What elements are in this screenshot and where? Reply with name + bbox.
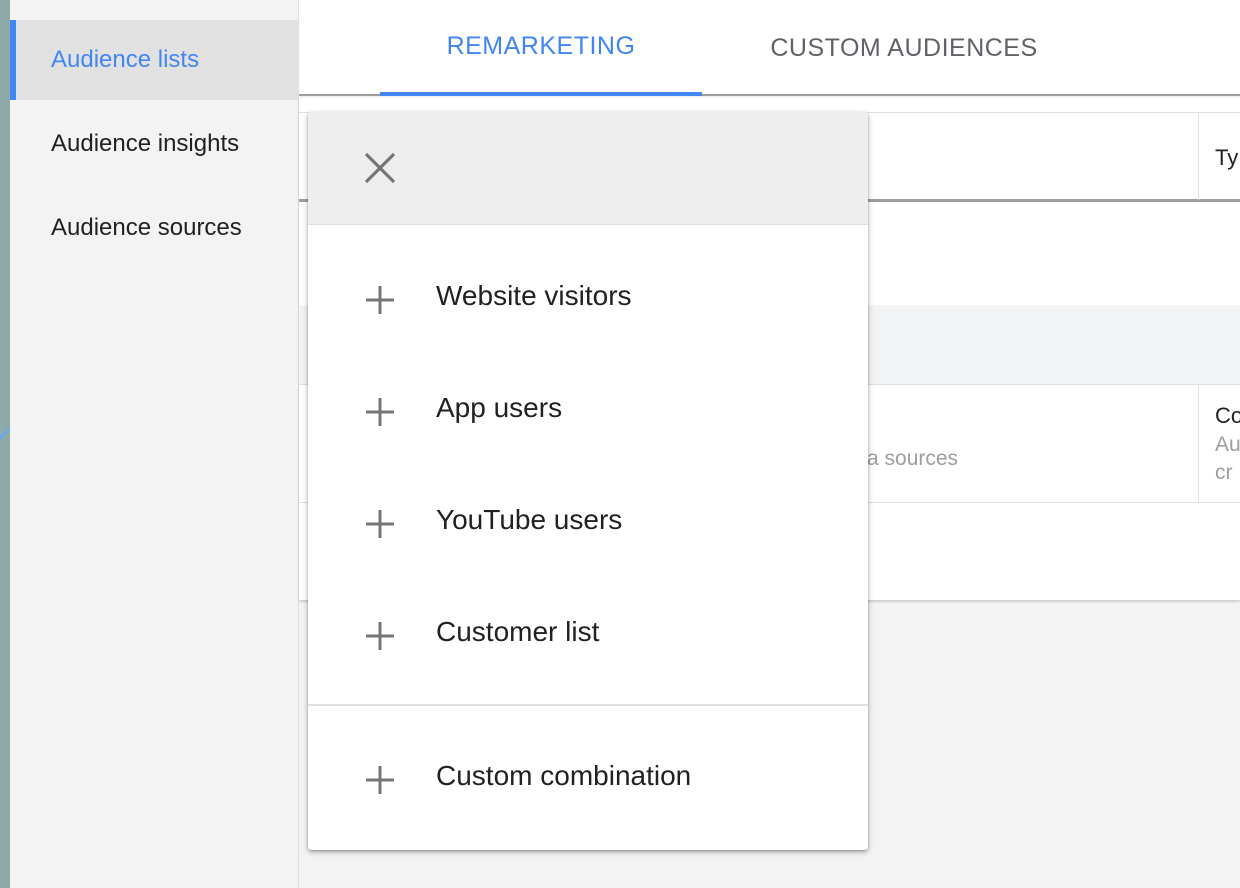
menu-item-customer-list[interactable]: Customer list [308, 594, 868, 674]
left-edge-strip [0, 0, 10, 888]
sidebar-item-label: Audience sources [51, 214, 242, 241]
column-header-type[interactable]: Ty [1215, 145, 1238, 171]
sidebar-item-audience-insights[interactable]: Audience insights [10, 104, 298, 184]
plus-icon [366, 766, 394, 794]
menu-item-label: YouTube users [436, 504, 623, 535]
sidebar-item-label: Audience insights [51, 130, 240, 157]
row-secondary-text: a sources [867, 447, 959, 470]
add-audience-menu: Website visitors App users YouTube users… [308, 112, 868, 850]
menu-item-label: Customer list [436, 616, 600, 647]
menu-item-label: Website visitors [436, 280, 632, 311]
column-divider [1198, 113, 1199, 200]
plus-icon [366, 398, 394, 426]
menu-item-label: Custom combination [436, 760, 692, 791]
tab-custom-audiences[interactable]: CUSTOM AUDIENCES [724, 0, 1084, 96]
menu-item-label: App users [436, 392, 563, 423]
plus-icon [366, 510, 394, 538]
menu-header [308, 112, 868, 225]
menu-divider [308, 704, 868, 706]
tab-bar: REMARKETING CUSTOM AUDIENCES [299, 0, 1240, 96]
edge-line-fragment [0, 422, 10, 444]
close-button[interactable] [360, 148, 400, 188]
menu-item-app-users[interactable]: App users [308, 370, 868, 450]
menu-item-website-visitors[interactable]: Website visitors [308, 258, 868, 338]
row-type-description: Au cr [1215, 431, 1240, 487]
plus-icon [366, 622, 394, 650]
row-type-title: Co [1215, 403, 1240, 428]
sidebar-item-audience-sources[interactable]: Audience sources [10, 188, 298, 268]
column-divider [1198, 385, 1199, 502]
row-type-desc-line-1: Au [1215, 433, 1240, 456]
sidebar-item-label: Audience lists [51, 46, 200, 73]
tab-label: REMARKETING [446, 31, 636, 60]
plus-icon [366, 286, 394, 314]
tab-remarketing[interactable]: REMARKETING [380, 0, 702, 96]
sidebar-item-audience-lists[interactable]: Audience lists [10, 20, 298, 100]
menu-item-youtube-users[interactable]: YouTube users [308, 482, 868, 562]
tab-label: CUSTOM AUDIENCES [770, 33, 1038, 62]
close-icon [364, 152, 396, 184]
menu-item-custom-combination[interactable]: Custom combination [308, 738, 868, 818]
sidebar: Audience lists Audience insights Audienc… [10, 0, 299, 888]
row-type-desc-line-2: cr [1215, 461, 1233, 484]
